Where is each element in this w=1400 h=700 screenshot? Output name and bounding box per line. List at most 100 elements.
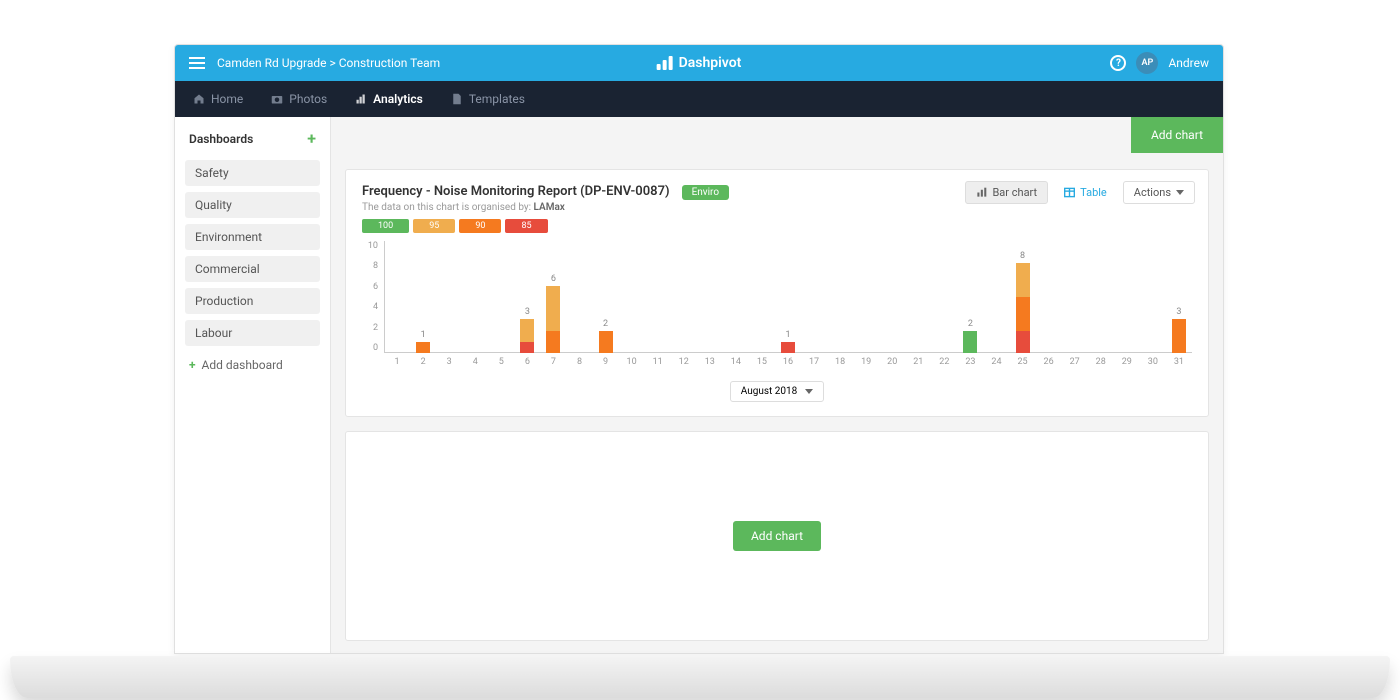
nav-templates[interactable]: Templates bbox=[451, 92, 525, 106]
x-tick: 15 bbox=[749, 357, 775, 371]
breadcrumb[interactable]: Camden Rd Upgrade > Construction Team bbox=[217, 56, 440, 70]
nav-home-label: Home bbox=[211, 92, 243, 106]
bar-segment bbox=[1016, 297, 1030, 331]
sidebar-item-quality[interactable]: Quality bbox=[185, 192, 320, 218]
month-selector[interactable]: August 2018 bbox=[730, 381, 825, 402]
y-tick: 2 bbox=[362, 323, 378, 333]
x-tick: 26 bbox=[1036, 357, 1062, 371]
bar-column bbox=[1062, 241, 1088, 353]
bar-column bbox=[723, 241, 749, 353]
y-tick: 6 bbox=[362, 282, 378, 292]
x-tick: 19 bbox=[853, 357, 879, 371]
nav-photos[interactable]: Photos bbox=[271, 92, 327, 106]
add-chart-button-center[interactable]: Add chart bbox=[733, 521, 821, 551]
add-dashboard[interactable]: + Add dashboard bbox=[185, 352, 320, 378]
category-badge: Enviro bbox=[682, 185, 729, 200]
y-axis: 1086420 bbox=[362, 241, 378, 353]
bar-segment bbox=[546, 331, 560, 353]
bar-column bbox=[671, 241, 697, 353]
topbar-right: ? AP Andrew bbox=[1110, 52, 1209, 74]
legend: 100959085 bbox=[362, 219, 1192, 233]
bar-segment bbox=[963, 331, 977, 353]
x-tick: 28 bbox=[1088, 357, 1114, 371]
x-tick: 31 bbox=[1166, 357, 1192, 371]
legend-item: 100 bbox=[362, 219, 409, 233]
bar-column: 3 bbox=[514, 241, 540, 353]
bar-column bbox=[879, 241, 905, 353]
navbar: Home Photos Analytics Templates bbox=[175, 81, 1223, 117]
add-chart-button-top[interactable]: Add chart bbox=[1131, 117, 1223, 153]
caret-down-icon bbox=[1176, 190, 1184, 195]
y-tick: 10 bbox=[362, 241, 378, 251]
legend-item: 90 bbox=[459, 219, 501, 233]
x-tick: 29 bbox=[1114, 357, 1140, 371]
x-tick: 25 bbox=[1010, 357, 1036, 371]
x-tick: 17 bbox=[801, 357, 827, 371]
x-tick: 10 bbox=[619, 357, 645, 371]
x-tick: 21 bbox=[905, 357, 931, 371]
nav-analytics[interactable]: Analytics bbox=[355, 92, 423, 106]
bar-segment bbox=[416, 342, 430, 353]
bar-column bbox=[1140, 241, 1166, 353]
x-tick: 22 bbox=[931, 357, 957, 371]
help-icon[interactable]: ? bbox=[1110, 55, 1126, 71]
bar-column bbox=[436, 241, 462, 353]
bar-value-label: 1 bbox=[785, 330, 790, 340]
sidebar-item-production[interactable]: Production bbox=[185, 288, 320, 314]
bar-segment bbox=[1016, 263, 1030, 297]
x-tick: 2 bbox=[410, 357, 436, 371]
x-tick: 5 bbox=[488, 357, 514, 371]
x-tick: 9 bbox=[593, 357, 619, 371]
bar-column bbox=[566, 241, 592, 353]
chart-sub-prefix: The data on this chart is organised by: bbox=[362, 202, 534, 213]
bar-column bbox=[1036, 241, 1062, 353]
bar-column bbox=[905, 241, 931, 353]
user-name[interactable]: Andrew bbox=[1168, 56, 1209, 70]
x-tick: 14 bbox=[723, 357, 749, 371]
chart-card: Frequency - Noise Monitoring Report (DP-… bbox=[345, 169, 1209, 417]
nav-templates-label: Templates bbox=[469, 92, 525, 106]
body: Dashboards + SafetyQualityEnvironmentCom… bbox=[175, 117, 1223, 653]
home-icon bbox=[193, 93, 205, 105]
x-tick: 13 bbox=[697, 357, 723, 371]
chart-title: Frequency - Noise Monitoring Report (DP-… bbox=[362, 184, 670, 199]
menu-icon[interactable] bbox=[189, 57, 205, 69]
sidebar-item-labour[interactable]: Labour bbox=[185, 320, 320, 346]
bar-column bbox=[1114, 241, 1140, 353]
bar-column bbox=[697, 241, 723, 353]
month-label: August 2018 bbox=[741, 386, 798, 397]
bar-value-label: 1 bbox=[421, 330, 426, 340]
sidebar-plus-icon[interactable]: + bbox=[307, 129, 316, 148]
bar-column bbox=[619, 241, 645, 353]
bar-column bbox=[384, 241, 410, 353]
bar-column: 8 bbox=[1010, 241, 1036, 353]
add-dashboard-label: Add dashboard bbox=[202, 358, 283, 372]
x-tick: 27 bbox=[1062, 357, 1088, 371]
nav-home[interactable]: Home bbox=[193, 92, 243, 106]
bar-column: 2 bbox=[593, 241, 619, 353]
table-label: Table bbox=[1080, 186, 1107, 199]
plus-icon: + bbox=[189, 358, 196, 372]
sidebar-item-safety[interactable]: Safety bbox=[185, 160, 320, 186]
x-tick: 7 bbox=[540, 357, 566, 371]
bar-segment bbox=[520, 319, 534, 341]
file-icon bbox=[451, 93, 463, 105]
x-tick: 3 bbox=[436, 357, 462, 371]
sidebar-item-commercial[interactable]: Commercial bbox=[185, 256, 320, 282]
avatar[interactable]: AP bbox=[1136, 52, 1158, 74]
x-tick: 23 bbox=[957, 357, 983, 371]
bar-chart-toggle[interactable]: Bar chart bbox=[965, 181, 1048, 204]
table-toggle[interactable]: Table bbox=[1054, 182, 1117, 203]
x-tick: 6 bbox=[514, 357, 540, 371]
topbar: Camden Rd Upgrade > Construction Team Da… bbox=[175, 45, 1223, 81]
sidebar-item-environment[interactable]: Environment bbox=[185, 224, 320, 250]
x-tick: 8 bbox=[566, 357, 592, 371]
bar-segment bbox=[1016, 331, 1030, 353]
actions-dropdown[interactable]: Actions bbox=[1123, 181, 1195, 204]
bar-column bbox=[645, 241, 671, 353]
y-tick: 4 bbox=[362, 302, 378, 312]
bar-segment bbox=[781, 342, 795, 353]
device-stand bbox=[10, 656, 1390, 698]
legend-item: 85 bbox=[505, 219, 547, 233]
x-tick: 16 bbox=[775, 357, 801, 371]
